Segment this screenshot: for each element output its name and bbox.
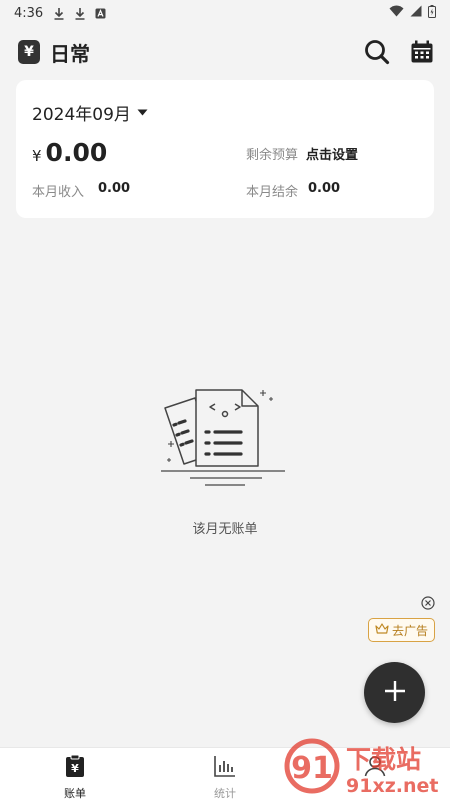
wifi-icon xyxy=(389,5,404,21)
currency-symbol: ¥ xyxy=(32,147,42,165)
income-label: 本月收入 xyxy=(32,185,85,200)
signal-icon xyxy=(410,5,422,21)
month-label: 2024年09月 xyxy=(32,105,131,125)
budget-label: 剩余预算 xyxy=(246,148,299,163)
user-icon xyxy=(363,754,387,782)
expense-amount: 0.00 xyxy=(45,138,108,167)
status-time: 4:36 xyxy=(14,5,44,21)
add-record-button[interactable] xyxy=(364,662,425,723)
battery-icon xyxy=(428,4,436,22)
nav-label-bills: 账单 xyxy=(64,787,86,800)
nav-item-profile[interactable] xyxy=(300,748,450,800)
income-value: 0.00 xyxy=(98,181,131,196)
expense-total: ¥ 0.00 xyxy=(32,138,107,167)
page-title: 日常 xyxy=(50,41,90,66)
download-icon xyxy=(53,7,65,20)
svg-text:¥: ¥ xyxy=(71,762,79,775)
balance-value: 0.00 xyxy=(308,181,341,196)
calendar-icon[interactable] xyxy=(410,40,434,64)
summary-card: 2024年09月 ¥ 0.00 剩余预算 点击设置 本月收入 0.00 本月结余… xyxy=(16,80,434,218)
nav-item-statistics[interactable]: 统计 xyxy=(150,748,300,800)
bill-icon: ¥ xyxy=(65,754,85,782)
app-actions xyxy=(364,39,434,65)
nav-item-bills[interactable]: ¥ 账单 xyxy=(0,748,150,800)
download-icon xyxy=(74,7,86,20)
status-right xyxy=(389,4,436,22)
search-icon[interactable] xyxy=(364,39,390,65)
a-badge-icon xyxy=(95,8,106,19)
empty-documents-icon xyxy=(160,384,290,498)
balance-label: 本月结余 xyxy=(246,185,299,200)
caret-down-icon xyxy=(137,109,148,116)
remove-ads-button[interactable]: 去广告 xyxy=(368,618,435,642)
empty-state: 该月无账单 xyxy=(0,384,450,537)
income-row: 本月收入 0.00 xyxy=(32,181,130,200)
close-ad-button[interactable] xyxy=(420,595,435,614)
nav-label-statistics: 统计 xyxy=(214,787,236,800)
set-budget-link[interactable]: 点击设置 xyxy=(306,144,358,163)
empty-state-text: 该月无账单 xyxy=(192,522,258,537)
bottom-nav: ¥ 账单 统计 xyxy=(0,747,450,800)
crown-icon xyxy=(375,623,389,637)
plus-icon xyxy=(384,680,406,706)
budget-row: 剩余预算 点击设置 xyxy=(246,144,358,163)
status-bar: 4:36 xyxy=(0,0,450,26)
close-icon xyxy=(420,595,435,614)
balance-row: 本月结余 0.00 xyxy=(246,181,340,200)
chart-icon xyxy=(213,754,237,782)
remove-ads-label: 去广告 xyxy=(391,623,428,638)
app-logo: ¥ xyxy=(18,40,40,64)
app-bar: ¥ 日常 xyxy=(0,28,450,76)
month-picker[interactable]: 2024年09月 xyxy=(32,100,418,125)
